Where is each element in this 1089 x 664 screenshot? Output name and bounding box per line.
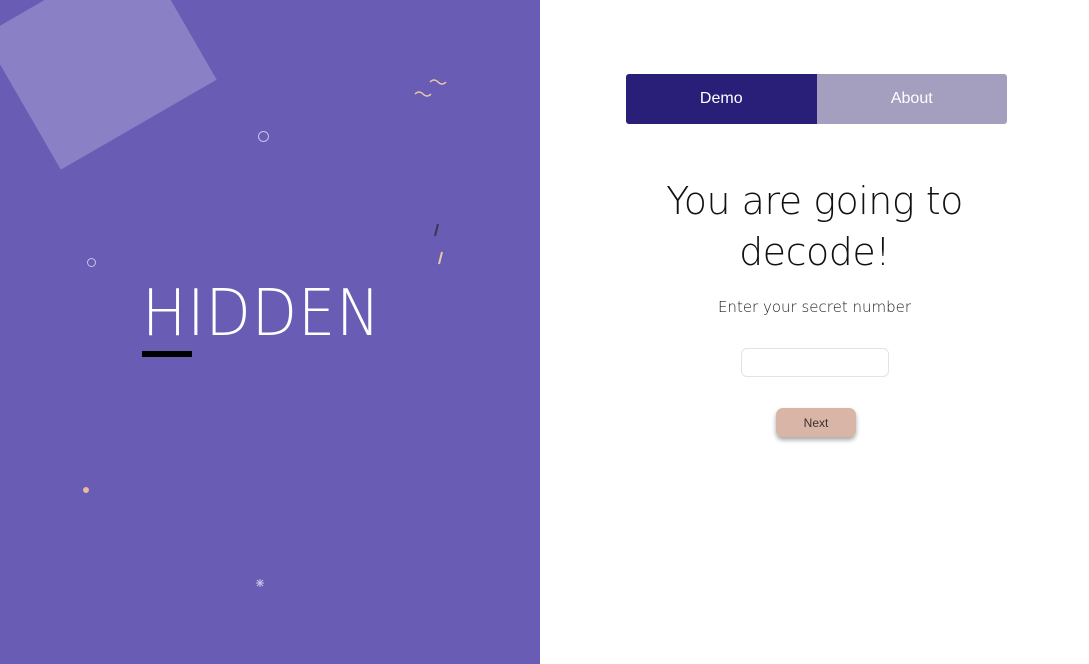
- circle-icon: [87, 258, 96, 267]
- content-panel: Demo About You are going to decode! Ente…: [540, 0, 1089, 664]
- page-title-line2: decode!: [739, 230, 890, 274]
- squiggle-icon: [414, 79, 447, 97]
- page-title-line1: You are going to: [666, 179, 963, 223]
- tab-bar: Demo About: [626, 74, 1007, 124]
- tab-about[interactable]: About: [816, 74, 1007, 124]
- brand-title: HIDDEN: [142, 277, 382, 351]
- sparkle-icon: [256, 579, 264, 587]
- secret-number-input[interactable]: [741, 348, 889, 377]
- next-button[interactable]: Next: [776, 408, 856, 437]
- brand-panel: HIDDEN: [0, 0, 540, 664]
- decorative-rectangle: [0, 0, 217, 170]
- dash-icon: [434, 223, 443, 265]
- page: HIDDEN Demo About You are going to decod…: [0, 0, 1089, 664]
- secret-number-label: Enter your secret number: [717, 298, 912, 316]
- tab-demo[interactable]: Demo: [626, 74, 817, 124]
- brand-underline: [142, 351, 192, 357]
- dot-icon: [83, 487, 89, 493]
- page-title: You are going to decode!: [540, 176, 1089, 278]
- circle-icon: [258, 131, 269, 142]
